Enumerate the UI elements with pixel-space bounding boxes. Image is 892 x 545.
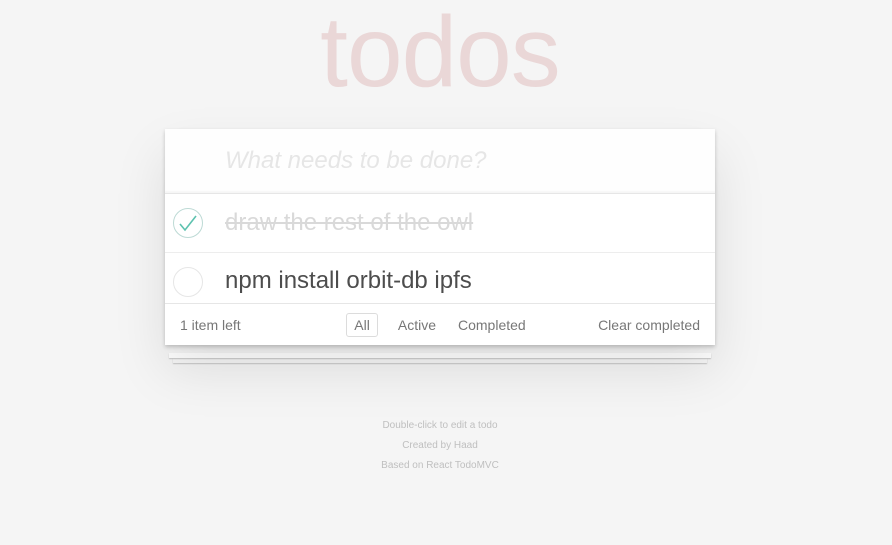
app-title: todos [320,0,561,108]
stack-shadow-1 [169,353,711,358]
stack-shadow-2 [173,358,707,363]
filter-all-link[interactable]: All [346,312,378,337]
new-todo-input[interactable] [165,129,715,194]
todo-label: npm install orbit-db ipfs [225,267,472,294]
todo-footer: 1 item left All Active Completed Clear c… [165,303,715,345]
todo-list: draw the rest of the owl npm install orb… [165,194,715,303]
info-based-on: Based on React TodoMVC [381,460,499,471]
todo-item[interactable]: npm install orbit-db ipfs [165,253,715,303]
info-edit-hint: Double-click to edit a todo [382,420,498,431]
checkmark-icon [179,215,197,232]
filter-completed-link[interactable]: Completed [450,313,534,337]
clear-completed-button[interactable]: Clear completed [598,317,700,333]
todo-label: draw the rest of the owl [225,208,474,236]
todo-item[interactable]: draw the rest of the owl [165,194,715,253]
info-footer: Double-click to edit a todo Created by H… [0,416,880,476]
todo-toggle-checkbox[interactable] [173,208,203,238]
info-credit: Created by Haad [402,440,478,451]
todo-app: draw the rest of the owl npm install orb… [165,129,715,345]
todo-toggle-checkbox[interactable] [173,267,203,297]
items-left-count: 1 item left [180,316,241,333]
filter-active-link[interactable]: Active [390,313,444,337]
